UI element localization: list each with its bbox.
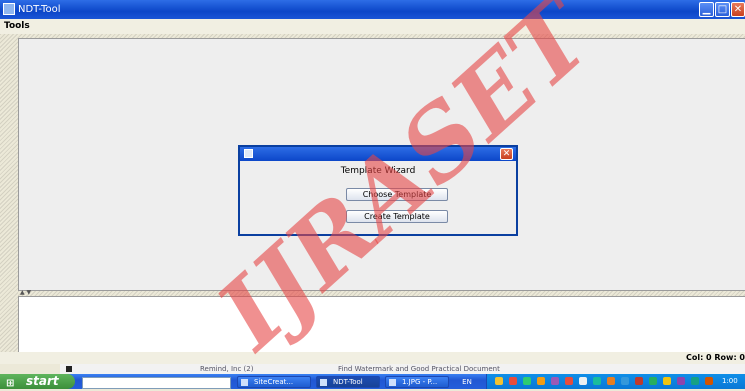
task-label: 1.JPG - P... bbox=[402, 378, 438, 386]
task-label: NDT-Tool bbox=[333, 378, 363, 386]
dialog-close-button[interactable]: ✕ bbox=[500, 148, 513, 160]
printer-icon[interactable] bbox=[691, 377, 699, 385]
cursor-icon bbox=[66, 366, 72, 372]
taskbar-item-ndt-tool[interactable]: NDT-Tool bbox=[316, 376, 380, 388]
menubar: Tools bbox=[0, 19, 745, 34]
app-icon bbox=[320, 379, 327, 386]
clock-icon[interactable] bbox=[593, 377, 601, 385]
update-icon[interactable] bbox=[663, 377, 671, 385]
antivirus-icon[interactable] bbox=[565, 377, 573, 385]
network-icon[interactable] bbox=[621, 377, 629, 385]
minimize-button[interactable]: ▁ bbox=[699, 2, 714, 17]
status-position: Col: 0 Row: 0 bbox=[685, 353, 745, 362]
create-template-button[interactable]: Create Template bbox=[346, 210, 448, 223]
template-wizard-dialog: ✕ Template Wizard Choose Template Create… bbox=[238, 145, 518, 236]
close-button[interactable]: ✕ bbox=[731, 2, 745, 17]
app-icon bbox=[241, 379, 248, 386]
background-window-strip: Remind, Inc (2) Find Watermark and Good … bbox=[60, 364, 745, 374]
speaker-icon[interactable] bbox=[495, 377, 503, 385]
task-label: SiteCreat... bbox=[254, 378, 294, 386]
language-indicator[interactable]: EN bbox=[452, 376, 482, 388]
menu-item-tools[interactable]: Tools bbox=[4, 19, 30, 34]
maximize-button[interactable]: □ bbox=[715, 2, 730, 17]
chat-icon[interactable] bbox=[537, 377, 545, 385]
chat-icon[interactable] bbox=[649, 377, 657, 385]
dialog-heading: Template Wizard bbox=[340, 166, 416, 176]
clock-icon[interactable] bbox=[705, 377, 713, 385]
window-titlebar: NDT-Tool ▁ □ ✕ bbox=[0, 0, 745, 19]
printer-icon[interactable] bbox=[579, 377, 587, 385]
choose-template-button[interactable]: Choose Template bbox=[346, 188, 448, 201]
strip-right-text: Find Watermark and Good Practical Docume… bbox=[338, 365, 500, 373]
speaker-icon[interactable] bbox=[607, 377, 615, 385]
status-bar: Col: 0 Row: 0 bbox=[0, 352, 745, 364]
start-button[interactable]: ⊞ start bbox=[0, 374, 75, 389]
split-arrows[interactable]: ▲ ▼ bbox=[20, 290, 31, 296]
app-icon bbox=[389, 379, 396, 386]
dialog-titlebar: ✕ bbox=[240, 147, 516, 161]
shield-icon[interactable] bbox=[635, 377, 643, 385]
java-cup-icon bbox=[244, 149, 253, 158]
antivirus-icon[interactable] bbox=[677, 377, 685, 385]
shield-icon[interactable] bbox=[523, 377, 531, 385]
taskbar-item-paint[interactable]: 1.JPG - P... bbox=[385, 376, 449, 388]
app-icon bbox=[3, 3, 15, 15]
network-icon[interactable] bbox=[509, 377, 517, 385]
strip-left-text: Remind, Inc (2) bbox=[200, 365, 254, 373]
taskbar-clock[interactable]: 1:00 bbox=[722, 374, 738, 389]
taskbar-item-sitecreator[interactable]: SiteCreat... bbox=[237, 376, 311, 388]
taskbar-address-field[interactable] bbox=[82, 377, 231, 389]
window-title: NDT-Tool bbox=[18, 4, 61, 15]
update-icon[interactable] bbox=[551, 377, 559, 385]
start-label: start bbox=[26, 374, 59, 388]
system-tray: 1:00 bbox=[486, 374, 745, 389]
log-pane[interactable] bbox=[18, 296, 745, 353]
